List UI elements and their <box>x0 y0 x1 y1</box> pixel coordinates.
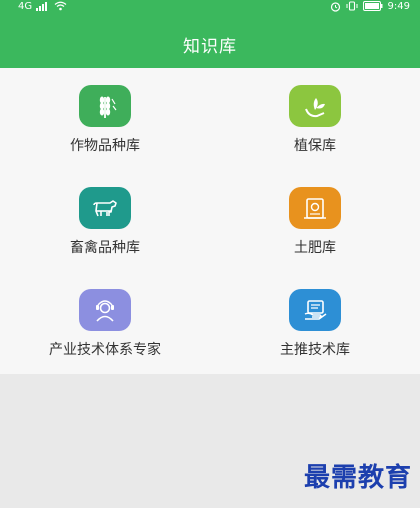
grid-item-label: 植保库 <box>294 138 336 154</box>
grid-item-soil-fertilizer[interactable]: 土肥库 <box>210 187 420 287</box>
tile-industry-experts <box>79 289 131 331</box>
alarm-icon <box>330 1 340 12</box>
tile-livestock-breeds <box>79 187 131 229</box>
grid-item-label: 畜禽品种库 <box>70 240 140 256</box>
wheat-icon <box>99 96 117 118</box>
signal-label: 4G <box>18 0 33 12</box>
tile-promoted-technology <box>289 289 341 331</box>
signal-icon <box>36 1 48 11</box>
clock: 9:49 <box>387 0 410 12</box>
knowledge-grid: 作物品种库 植保库 畜禽品种库 土肥库 产业技术体系专家 主推技术库 <box>0 68 420 374</box>
status-bar: 4G 9:49 <box>0 0 420 14</box>
tile-soil-fertilizer <box>289 187 341 229</box>
grid-item-label: 主推技术库 <box>280 342 350 358</box>
page-title: 知识库 <box>183 37 237 57</box>
expert-icon <box>96 300 114 322</box>
grid-item-label: 作物品种库 <box>70 138 140 154</box>
app-header: 4G 9:49 知识库 <box>0 0 420 68</box>
grid-item-plant-protection[interactable]: 植保库 <box>210 85 420 185</box>
cow-icon <box>93 200 117 217</box>
grid-item-promoted-technology[interactable]: 主推技术库 <box>210 289 420 389</box>
vibrate-icon <box>346 1 358 11</box>
wifi-icon <box>54 1 67 11</box>
tile-plant-protection <box>289 85 341 127</box>
grid-item-label: 土肥库 <box>294 240 336 256</box>
fertilizer-icon <box>304 198 326 219</box>
grid-item-livestock-breeds[interactable]: 畜禽品种库 <box>0 187 210 287</box>
battery-icon <box>362 1 383 11</box>
technology-icon <box>304 300 327 320</box>
plant-protection-icon <box>305 98 325 118</box>
tile-crop-varieties <box>79 85 131 127</box>
grid-item-label: 产业技术体系专家 <box>49 342 161 358</box>
watermark-logo: 最需教育 <box>303 463 412 493</box>
grid-item-crop-varieties[interactable]: 作物品种库 <box>0 85 210 185</box>
grid-item-industry-experts[interactable]: 产业技术体系专家 <box>0 289 210 389</box>
